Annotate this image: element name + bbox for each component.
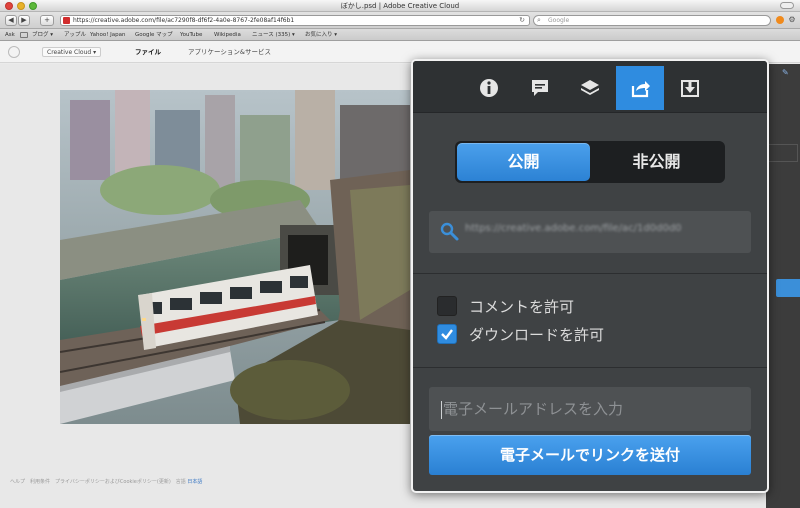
bookmark-item[interactable]: Wikipedia (214, 29, 241, 41)
gear-icon[interactable]: ⚙ (787, 15, 797, 25)
bookmark-item[interactable]: アップル (64, 29, 86, 41)
sidebar-panel (768, 144, 798, 162)
site-favicon-icon (63, 17, 70, 24)
search-input[interactable]: ⌕ Google (533, 15, 771, 26)
allow-download-label: ダウンロードを許可 (469, 325, 605, 344)
comment-icon (532, 80, 548, 96)
reload-icon[interactable]: ↻ (519, 16, 525, 25)
share-link-field[interactable]: https://creative.adobe.com/file/ac/1d0d0… (429, 211, 751, 253)
allow-comments-checkbox[interactable] (437, 296, 457, 316)
footer-link-list[interactable]: ヘルプ 利用条件 プライバシーポリシーおよびCookieポリシー(更新) 言語 (10, 479, 186, 485)
text-caret (441, 400, 442, 419)
browser-toolbar: ◀ ▶ + https://creative.adobe.com/file/ac… (0, 12, 800, 29)
send-link-button[interactable]: 電子メールでリンクを送付 (429, 435, 751, 475)
reading-list-icon[interactable] (20, 32, 28, 38)
layers-icon (581, 80, 599, 95)
tab-download[interactable] (666, 66, 714, 110)
allow-comments-row[interactable]: コメントを許可 (437, 296, 574, 316)
bookmark-item[interactable]: Ask (5, 29, 15, 41)
creative-cloud-logo-icon[interactable] (8, 46, 20, 58)
search-icon (440, 222, 459, 241)
toolbar-toggle-button[interactable] (780, 2, 794, 9)
share-icon (631, 81, 650, 98)
tab-layers[interactable] (566, 66, 614, 110)
share-popover: 公開 非公開 https://creative.adobe.com/file/a… (411, 59, 769, 493)
tab-info[interactable] (465, 66, 513, 110)
nav-apps-services[interactable]: アプリケーション&サービス (188, 47, 271, 57)
search-icon: ⌕ (537, 16, 541, 24)
nav-files[interactable]: ファイル (135, 47, 161, 57)
psd-preview-image (60, 90, 410, 424)
forward-button[interactable]: ▶ (18, 15, 30, 26)
address-bar[interactable]: https://creative.adobe.com/file/ac7290f8… (60, 15, 530, 26)
info-icon (480, 79, 498, 97)
divider (413, 273, 767, 274)
search-placeholder: Google (548, 17, 570, 24)
allow-comments-label: コメントを許可 (469, 297, 575, 316)
title-bar: ぼかし.psd | Adobe Creative Cloud (0, 0, 800, 12)
allow-download-checkbox[interactable] (437, 324, 457, 344)
footer-links: ヘルプ 利用条件 プライバシーポリシーおよびCookieポリシー(更新) 言語 … (10, 478, 202, 485)
bookmark-item[interactable]: YouTube (180, 29, 202, 41)
private-option[interactable]: 非公開 (590, 143, 723, 181)
bookmark-item[interactable]: ブログ ▾ (32, 29, 53, 41)
account-menu[interactable]: Creative Cloud ▾ (42, 47, 102, 57)
address-url: https://creative.adobe.com/file/ac7290f8… (73, 17, 295, 24)
extension-icon[interactable] (776, 16, 784, 24)
browser-window: ぼかし.psd | Adobe Creative Cloud ◀ ▶ + htt… (0, 0, 800, 508)
language-link[interactable]: 日本語 (187, 479, 202, 485)
tab-share[interactable] (616, 66, 664, 110)
share-link-url: https://creative.adobe.com/file/ac/1d0d0… (465, 223, 682, 234)
checkmark-icon (441, 329, 453, 340)
bookmark-item[interactable]: ニュース (335) ▾ (252, 29, 295, 41)
public-option[interactable]: 公開 (457, 143, 590, 181)
bookmarks-bar: Ask ブログ ▾ アップル Yahoo! Japan Google マップ Y… (0, 29, 800, 41)
email-placeholder: 電子メールアドレスを入力 (443, 400, 624, 418)
popover-tab-bar (413, 61, 767, 113)
email-field[interactable]: 電子メールアドレスを入力 (429, 387, 751, 431)
back-button[interactable]: ◀ (5, 15, 17, 26)
sidebar-action-button[interactable] (776, 279, 800, 297)
allow-download-row[interactable]: ダウンロードを許可 (437, 324, 604, 344)
window-title: ぼかし.psd | Adobe Creative Cloud (340, 2, 460, 10)
download-icon (681, 80, 699, 97)
bookmark-item[interactable]: Yahoo! Japan (90, 29, 125, 41)
add-tab-button[interactable]: + (40, 15, 54, 26)
bookmark-item[interactable]: お気に入り ▾ (305, 29, 337, 41)
visibility-toggle: 公開 非公開 (455, 141, 725, 183)
bookmark-item[interactable]: Google マップ (135, 29, 173, 41)
divider (413, 367, 767, 368)
tab-comments[interactable] (516, 66, 564, 110)
right-sidebar: ✎ (766, 64, 800, 508)
pencil-icon[interactable]: ✎ (782, 68, 789, 77)
